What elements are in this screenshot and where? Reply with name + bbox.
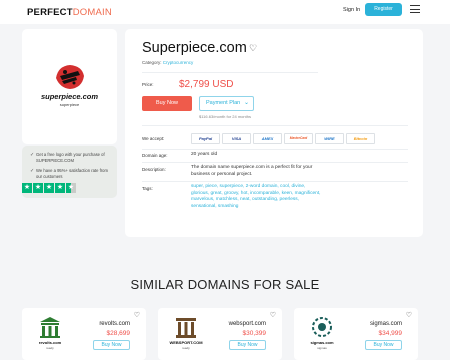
domain-age-value: 20 years old [191, 152, 218, 157]
similar-domain-price: $28,699 [106, 330, 131, 337]
divider [142, 125, 408, 126]
similar-domain-name[interactable]: websport.com [208, 321, 266, 327]
price-value: $2,799 USD [179, 79, 234, 90]
similar-domain-card[interactable]: sigmas.com sigmas ♡ sigmas.com $34,999 B… [294, 308, 418, 360]
description-value: The domain name superpiece.com is a perf… [191, 165, 313, 177]
monthly-price-note: $116.63/month for 24 months [199, 114, 251, 119]
category-link[interactable]: Cryptocurrency [163, 60, 194, 65]
divider [142, 72, 318, 73]
category-label: Category: [142, 60, 162, 65]
category-line: Category: Cryptocurrency [142, 60, 193, 65]
wire-transfer-icon: WIRE [315, 133, 344, 144]
similar-domain-logo: WEBSPORT.COM ready [164, 316, 208, 354]
logo-text: revolts.com [38, 340, 62, 345]
similar-buy-now-button[interactable]: Buy Now [93, 340, 130, 350]
sigma-logo-icon [312, 317, 332, 337]
brand-name: superpiece.com [40, 92, 99, 101]
price-label: Price: [142, 82, 154, 87]
heart-icon[interactable]: ♡ [270, 311, 276, 319]
trust-item-satisfaction: ✓ We have a 95%+ satisfaction rate from … [30, 168, 114, 179]
similar-domain-card[interactable]: WEBSPORT.COM ready ♡ websport.com $30,39… [158, 308, 282, 360]
similar-domain-price: $30,399 [242, 330, 267, 337]
heart-icon[interactable]: ♡ [134, 311, 140, 319]
trust-item-logo: ✓ Get a free logo with your purchase of … [30, 152, 114, 163]
logo-accent-text: DOMAIN [72, 7, 112, 18]
brand-tagline: superpiece [59, 102, 80, 107]
similar-buy-now-button[interactable]: Buy Now [365, 340, 402, 350]
payment-plan-label: Payment Plan [206, 100, 241, 106]
bitcoin-icon: Bitcoin [346, 133, 375, 144]
star-icon: ★ [55, 183, 65, 193]
divider [142, 181, 408, 182]
amex-icon: AMEX [253, 133, 282, 144]
columns-logo-icon [176, 318, 196, 338]
register-button[interactable]: Register [365, 3, 402, 16]
visa-icon: VISA [222, 133, 251, 144]
similar-domain-name[interactable]: revolts.com [72, 321, 130, 327]
hamburger-menu-icon[interactable] [410, 5, 420, 13]
tags-value[interactable]: super, piece, superpiece, 2-word domain,… [191, 184, 321, 210]
trust-item-text: Get a free logo with your purchase of SU… [36, 152, 105, 163]
domain-age-label: Domain age: [142, 153, 168, 158]
logo-main-text: PERFECT [27, 7, 73, 18]
domain-title: Superpiece.com [142, 40, 247, 56]
site-logo[interactable]: PERFECTDOMAIN [27, 7, 112, 18]
logo-subtext: ready [46, 346, 54, 350]
divider [142, 149, 408, 150]
brand-emblem-icon [56, 65, 84, 89]
similar-buy-now-button[interactable]: Buy Now [229, 340, 266, 350]
domain-details-card: Superpiece.com ♡ Category: Cryptocurrenc… [125, 29, 423, 237]
heart-icon[interactable]: ♡ [406, 311, 412, 319]
mastercard-icon: MasterCard [284, 133, 313, 144]
similar-domain-card[interactable]: revolts.com ready ♡ revolts.com $28,699 … [22, 308, 146, 360]
half-star-icon: ★ [66, 183, 76, 193]
logo-subtext: ready [182, 346, 190, 350]
domain-logo-card: superpiece.com superpiece [22, 29, 117, 144]
buy-now-button[interactable]: Buy Now [142, 96, 192, 111]
trustpilot-stars: ★ ★ ★ ★ ★ [22, 183, 77, 193]
divider [142, 162, 408, 163]
sign-in-link[interactable]: Sign In [343, 7, 360, 13]
logo-text: sigmas.com [310, 340, 334, 345]
star-icon: ★ [44, 183, 54, 193]
similar-domain-logo: sigmas.com sigmas [300, 316, 344, 354]
similar-domain-logo: revolts.com ready [28, 316, 72, 354]
similar-domains-title: SIMILAR DOMAINS FOR SALE [130, 277, 320, 292]
star-icon: ★ [22, 183, 32, 193]
heart-icon[interactable]: ♡ [249, 43, 257, 54]
paypal-icon: PayPal [191, 133, 220, 144]
payment-plan-dropdown[interactable]: Payment Plan ⌄ [199, 96, 254, 111]
similar-domain-name[interactable]: sigmas.com [344, 321, 402, 327]
similar-domain-price: $34,999 [378, 330, 403, 337]
accept-label: We accept: [142, 136, 165, 141]
logo-text: WEBSPORT.COM [169, 340, 203, 345]
tags-label: Tags: [142, 186, 153, 191]
temple-logo-icon [40, 317, 60, 338]
star-icon: ★ [33, 183, 43, 193]
description-label: Description: [142, 167, 166, 172]
logo-subtext: sigmas [317, 346, 327, 350]
trust-item-text: We have a 95%+ satisfaction rate from ou… [36, 168, 108, 179]
chevron-down-icon: ⌄ [243, 100, 249, 106]
site-header: PERFECTDOMAIN Sign In Register [0, 0, 450, 24]
payment-methods: PayPal VISA AMEX MasterCard WIRE Bitcoin [191, 133, 377, 144]
